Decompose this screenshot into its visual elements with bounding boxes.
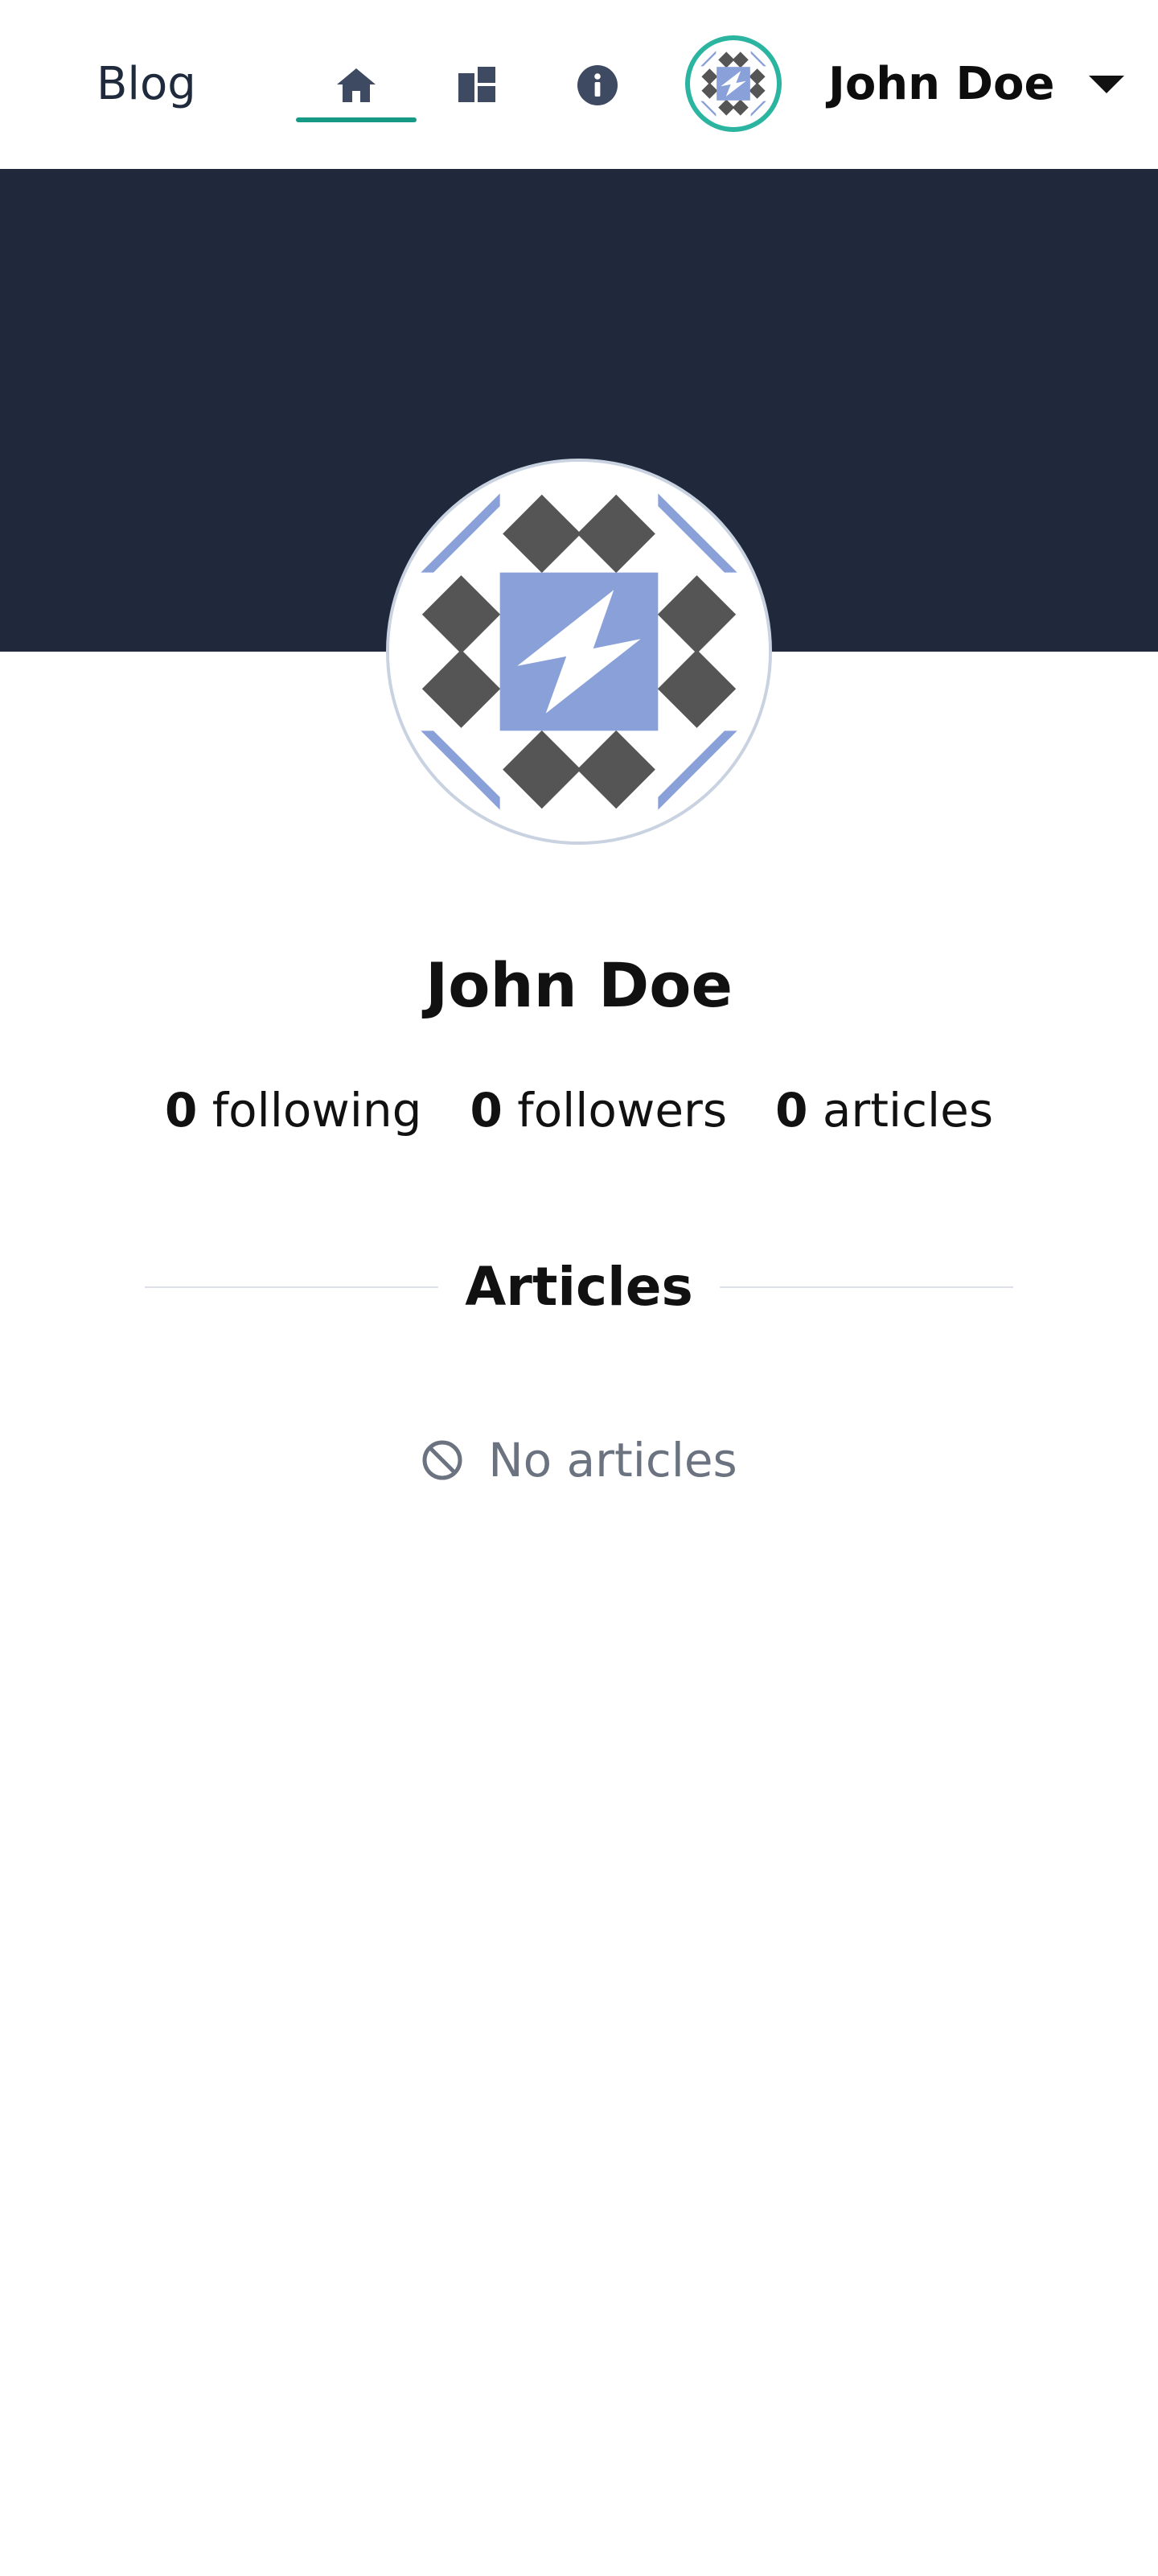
home-icon bbox=[337, 68, 376, 102]
articles-section-heading: Articles bbox=[145, 1251, 1013, 1323]
following-label: following bbox=[211, 1083, 422, 1138]
nav-dashboard-link[interactable] bbox=[417, 48, 537, 122]
empty-articles-message: No articles bbox=[0, 1428, 1158, 1492]
profile-stats: 0 following 0 followers 0 articles bbox=[0, 1078, 1158, 1142]
info-icon bbox=[577, 65, 618, 105]
articles-heading: Articles bbox=[465, 1256, 693, 1318]
divider-right bbox=[720, 1286, 1013, 1288]
nav-about-link[interactable] bbox=[537, 48, 658, 122]
user-avatar[interactable] bbox=[685, 35, 782, 132]
nav-home-link[interactable] bbox=[296, 48, 417, 122]
followers-count: 0 bbox=[470, 1083, 503, 1138]
following-count: 0 bbox=[164, 1083, 198, 1138]
empty-articles-text: No articles bbox=[488, 1433, 737, 1488]
articles-stat: 0 articles bbox=[775, 1078, 993, 1142]
profile-name: John Doe bbox=[425, 949, 733, 1021]
dashboard-icon bbox=[458, 67, 495, 102]
followers-label: followers bbox=[517, 1083, 728, 1138]
brand-link[interactable]: Blog bbox=[96, 56, 196, 113]
articles-label: articles bbox=[822, 1083, 994, 1138]
profile-avatar bbox=[386, 459, 772, 845]
top-navbar: Blog John Doe bbox=[0, 0, 1158, 169]
followers-stat[interactable]: 0 followers bbox=[470, 1078, 727, 1142]
following-stat[interactable]: 0 following bbox=[165, 1078, 422, 1142]
identicon-avatar bbox=[693, 43, 774, 124]
identicon-avatar bbox=[389, 462, 769, 842]
ban-icon bbox=[422, 1440, 462, 1480]
username-menu-label[interactable]: John Doe bbox=[828, 56, 1054, 113]
active-tab-indicator bbox=[296, 117, 417, 122]
chevron-down-icon[interactable] bbox=[1087, 72, 1126, 97]
divider-left bbox=[145, 1286, 438, 1288]
articles-count: 0 bbox=[775, 1083, 808, 1138]
